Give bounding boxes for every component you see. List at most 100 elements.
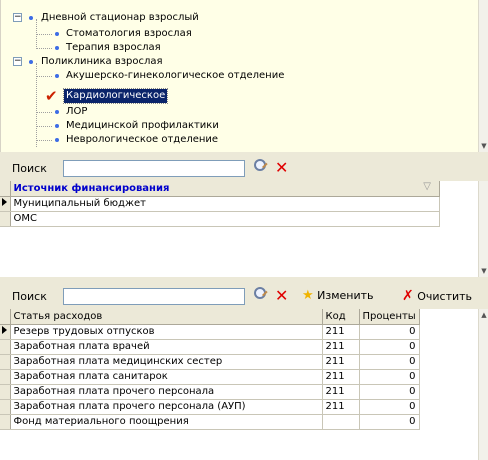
table-row[interactable]: Заработная плата прочего персонала 211 0 bbox=[0, 384, 470, 400]
tree-item[interactable]: Терапия взрослая bbox=[1, 41, 471, 55]
tree-item[interactable]: ЛОР bbox=[1, 105, 471, 119]
node-bullet-icon bbox=[29, 60, 33, 64]
expense-items-grid[interactable]: Статья расходов Код Проценты Резерв труд… bbox=[0, 309, 478, 460]
search-label: Поиск bbox=[12, 290, 47, 303]
funding-column-label: Источник финансирования bbox=[13, 182, 170, 194]
funding-column-header[interactable]: Источник финансирования ▽ bbox=[10, 181, 440, 197]
tree-item-label: Терапия взрослая bbox=[66, 42, 161, 53]
department-tree[interactable]: − Дневной стационар взрослый Стоматологи… bbox=[0, 0, 478, 152]
node-bullet-icon bbox=[55, 138, 59, 142]
column-header-code[interactable]: Код bbox=[322, 309, 360, 325]
expense-code-cell[interactable] bbox=[322, 414, 360, 430]
tree-item[interactable]: − Дневной стационар взрослый bbox=[1, 11, 471, 25]
expenses-search-input[interactable] bbox=[63, 288, 245, 305]
expense-name-cell[interactable]: Резерв трудовых отпусков bbox=[10, 324, 323, 340]
row-indicator bbox=[0, 369, 11, 385]
funding-search-input[interactable] bbox=[63, 160, 245, 177]
expense-name-cell[interactable]: Заработная плата прочего персонала (АУП) bbox=[10, 399, 323, 415]
scroll-down-icon[interactable]: ▼ bbox=[480, 142, 488, 150]
find-button[interactable] bbox=[254, 159, 266, 177]
clear-all-button-label: Очистить bbox=[417, 290, 473, 303]
table-row[interactable]: Фонд материального поощрения 0 bbox=[0, 414, 470, 430]
expense-percent-cell[interactable]: 0 bbox=[359, 354, 420, 370]
expense-name-cell[interactable]: Заработная плата врачей bbox=[10, 339, 323, 355]
expense-percent-cell[interactable]: 0 bbox=[359, 339, 420, 355]
tree-item-label: Поликлиника взрослая bbox=[41, 56, 163, 67]
tree-item[interactable]: Акушерско-гинекологическое отделение bbox=[1, 69, 471, 83]
funding-header-row: Источник финансирования ▽ bbox=[0, 181, 440, 197]
expense-name-cell[interactable]: Заработная плата прочего персонала bbox=[10, 384, 323, 400]
expense-code-cell[interactable]: 211 bbox=[322, 399, 360, 415]
tree-item-selected[interactable]: ✔ Кардиологическое bbox=[1, 88, 471, 104]
node-bullet-icon bbox=[55, 110, 59, 114]
find-button[interactable] bbox=[254, 287, 266, 305]
expense-code-cell[interactable]: 211 bbox=[322, 354, 360, 370]
expense-percent-cell[interactable]: 0 bbox=[359, 369, 420, 385]
filler-cell bbox=[419, 414, 470, 429]
tree-item-label: ЛОР bbox=[66, 106, 88, 117]
expense-percent-cell[interactable]: 0 bbox=[359, 399, 420, 415]
expense-code-cell[interactable]: 211 bbox=[322, 324, 360, 340]
column-header-filler bbox=[419, 309, 470, 324]
funding-cell[interactable]: Муниципальный бюджет bbox=[10, 196, 440, 212]
clear-all-button[interactable]: ✗ Очистить bbox=[402, 287, 472, 305]
row-indicator bbox=[0, 211, 11, 227]
row-indicator bbox=[0, 339, 11, 355]
table-row[interactable]: Заработная плата врачей 211 0 bbox=[0, 339, 470, 355]
table-row[interactable]: Резерв трудовых отпусков 211 0 bbox=[0, 324, 470, 340]
tree-item[interactable]: Стоматология взрослая bbox=[1, 27, 471, 41]
expenses-scrollbar[interactable]: ▲ bbox=[478, 309, 488, 460]
table-row[interactable]: ОМС bbox=[0, 211, 440, 227]
column-header-name[interactable]: Статья расходов bbox=[10, 309, 323, 325]
current-row-indicator bbox=[0, 196, 11, 212]
tree-item[interactable]: Медицинской профилактики bbox=[1, 119, 471, 133]
current-row-indicator bbox=[0, 324, 11, 340]
expense-percent-cell[interactable]: 0 bbox=[359, 384, 420, 400]
expense-code-cell[interactable]: 211 bbox=[322, 339, 360, 355]
scroll-down-icon[interactable]: ▼ bbox=[480, 267, 488, 275]
row-indicator-header bbox=[0, 309, 11, 325]
expense-percent-cell[interactable]: 0 bbox=[359, 414, 420, 430]
expense-name-cell[interactable]: Заработная плата медицинских сестер bbox=[10, 354, 323, 370]
row-indicator bbox=[0, 414, 11, 430]
scroll-up-icon[interactable]: ▲ bbox=[480, 311, 488, 319]
funding-source-grid[interactable]: Источник финансирования ▽ Муниципальный … bbox=[0, 181, 478, 277]
tree-item[interactable]: − Поликлиника взрослая bbox=[1, 55, 471, 69]
filler-cell bbox=[419, 369, 470, 384]
expenses-search-toolbar: Поиск ✕ ★ Изменить ✗ Очистить bbox=[0, 283, 488, 309]
expenses-header-row: Статья расходов Код Проценты bbox=[0, 309, 470, 325]
expense-percent-cell[interactable]: 0 bbox=[359, 324, 420, 340]
clear-search-button[interactable]: ✕ bbox=[275, 287, 288, 305]
current-row-icon bbox=[2, 198, 7, 206]
funding-cell[interactable]: ОМС bbox=[10, 211, 440, 227]
tree-scrollbar[interactable]: ▼ bbox=[478, 0, 488, 152]
expense-code-cell[interactable]: 211 bbox=[322, 384, 360, 400]
funding-scrollbar[interactable]: ▼ bbox=[478, 181, 488, 277]
expense-name-cell[interactable]: Фонд материального поощрения bbox=[10, 414, 323, 430]
filler-cell bbox=[419, 339, 470, 354]
find-icon bbox=[254, 159, 266, 171]
expense-name-cell[interactable]: Заработная плата санитарок bbox=[10, 369, 323, 385]
table-row[interactable]: Заработная плата медицинских сестер 211 … bbox=[0, 354, 470, 370]
collapse-icon[interactable]: − bbox=[13, 57, 22, 66]
expense-code-cell[interactable]: 211 bbox=[322, 369, 360, 385]
filler-cell bbox=[419, 399, 470, 414]
table-row[interactable]: Муниципальный бюджет bbox=[0, 196, 440, 212]
table-row[interactable]: Заработная плата санитарок 211 0 bbox=[0, 369, 470, 385]
search-label: Поиск bbox=[12, 162, 47, 175]
filter-icon[interactable]: ▽ bbox=[423, 181, 431, 192]
edit-button[interactable]: ★ Изменить bbox=[302, 287, 374, 305]
table-row[interactable]: Заработная плата прочего персонала (АУП)… bbox=[0, 399, 470, 415]
tree-item-label: Стоматология взрослая bbox=[66, 28, 192, 39]
clear-search-button[interactable]: ✕ bbox=[275, 159, 288, 177]
tree-item-label: Акушерско-гинекологическое отделение bbox=[66, 70, 285, 81]
row-indicator-header bbox=[0, 181, 11, 197]
filler-cell bbox=[419, 324, 470, 339]
expenses-table: Статья расходов Код Проценты Резерв труд… bbox=[0, 309, 470, 430]
tree-item-label: Дневной стационар взрослый bbox=[41, 12, 199, 23]
node-bullet-icon bbox=[55, 74, 59, 78]
collapse-icon[interactable]: − bbox=[13, 13, 22, 22]
tree-item[interactable]: Неврологическое отделение bbox=[1, 133, 471, 147]
node-bullet-icon bbox=[55, 46, 59, 50]
column-header-percent[interactable]: Проценты bbox=[359, 309, 420, 325]
